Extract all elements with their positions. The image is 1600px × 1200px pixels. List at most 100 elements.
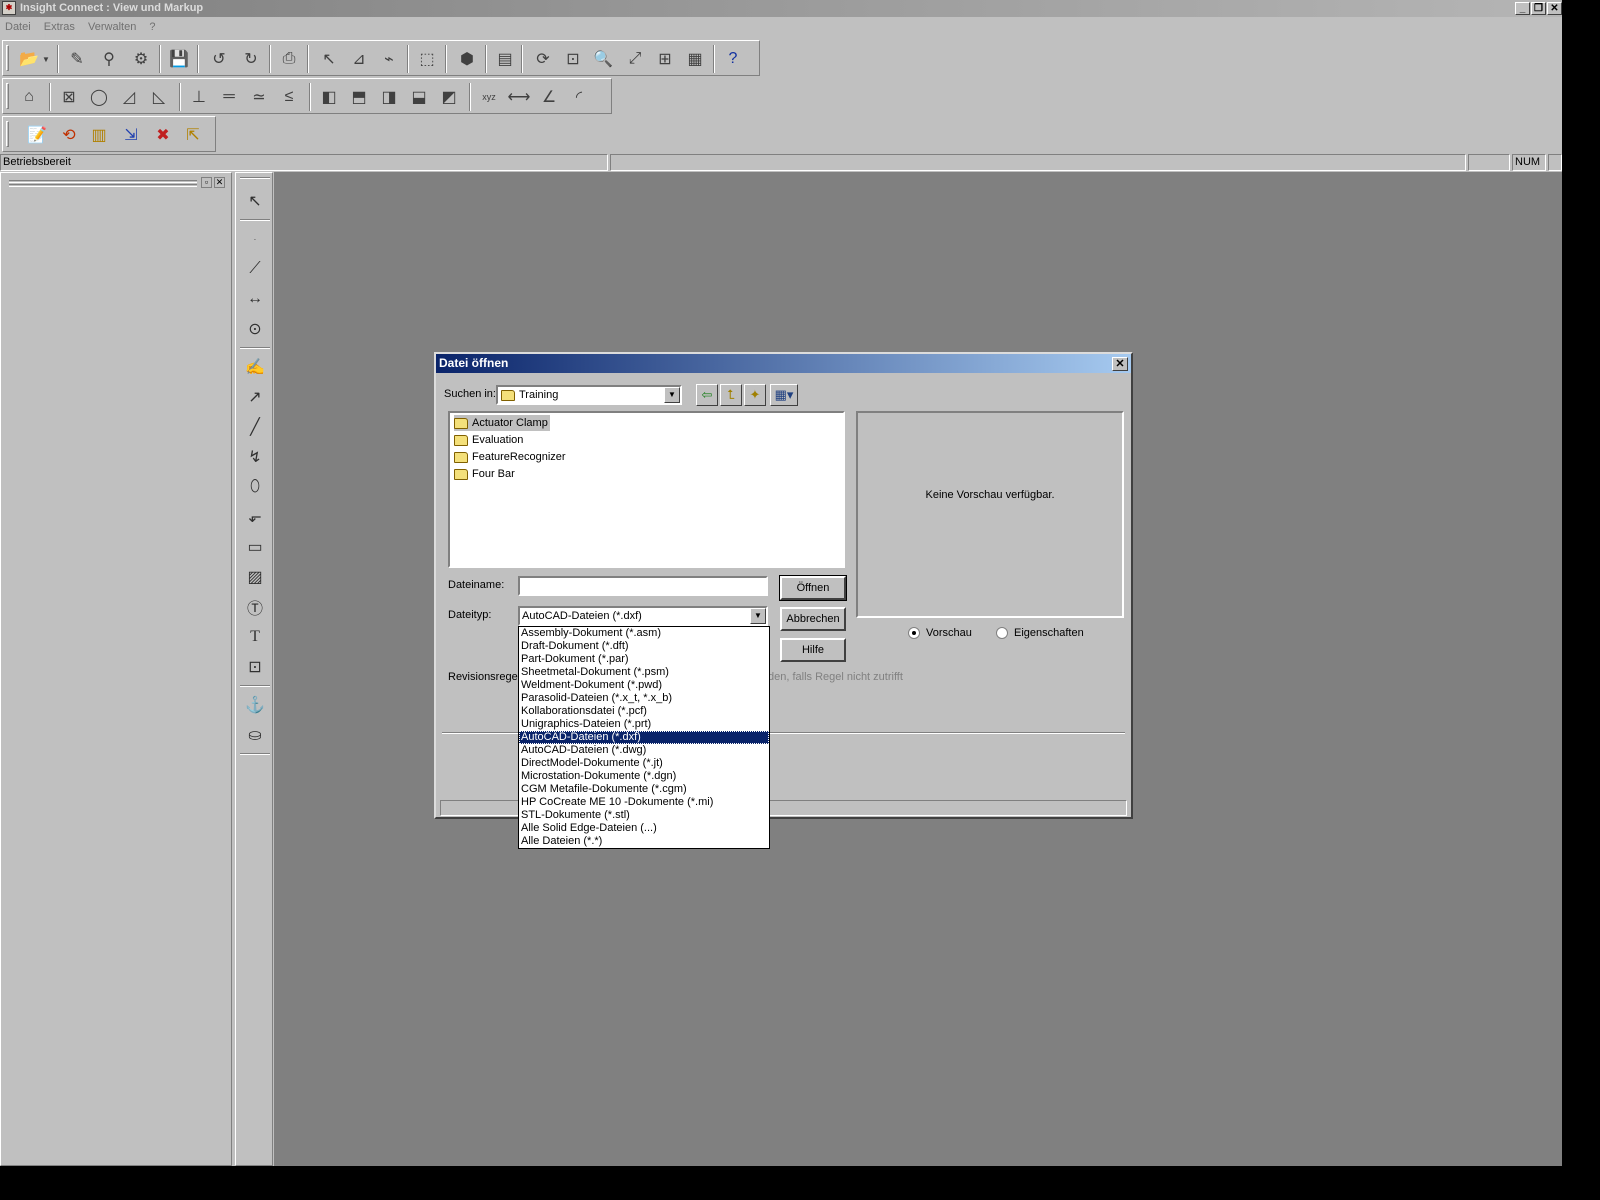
freehand-tool-icon[interactable]: ✍: [242, 355, 268, 379]
preview-radio[interactable]: Vorschau: [908, 627, 972, 639]
new-markup-icon[interactable]: 📝: [25, 123, 49, 147]
dropdown-option[interactable]: Assembly-Dokument (*.asm): [519, 627, 769, 640]
zoom-icon[interactable]: 🔍: [591, 47, 615, 71]
select-box-icon[interactable]: ⬚: [415, 47, 439, 71]
dimension-icon[interactable]: ⌁: [377, 47, 401, 71]
frame-icon[interactable]: ⊠: [57, 85, 81, 109]
list-item[interactable]: Actuator Clamp: [454, 415, 550, 431]
pane-close-icon[interactable]: ✕: [214, 177, 225, 188]
markup-edit-icon[interactable]: ✎: [65, 47, 89, 71]
edit-shape-icon[interactable]: ◿: [117, 85, 141, 109]
dropdown-option[interactable]: Parasolid-Dateien (*.x_t, *.x_b): [519, 692, 769, 705]
back-icon[interactable]: ⇦: [696, 384, 718, 406]
dropdown-option[interactable]: Weldment-Dokument (*.pwd): [519, 679, 769, 692]
arc-measure-icon[interactable]: ◜: [567, 85, 591, 109]
shaded-view-icon[interactable]: ▦: [683, 47, 707, 71]
edit-shape-2-icon[interactable]: ◺: [147, 85, 171, 109]
view-right-icon[interactable]: ◨: [377, 85, 401, 109]
redo-icon[interactable]: ↻: [239, 47, 263, 71]
radius-tool-icon[interactable]: ⊙: [242, 317, 268, 341]
toolbar-grip[interactable]: [6, 45, 9, 71]
point-tool-icon[interactable]: ·: [242, 227, 268, 251]
help-button[interactable]: Hilfe: [780, 638, 846, 662]
dropdown-option[interactable]: Unigraphics-Dateien (*.prt): [519, 718, 769, 731]
sync-markup-icon[interactable]: ⟲: [57, 123, 81, 147]
file-list[interactable]: Actuator Clamp Evaluation FeatureRecogni…: [448, 411, 845, 568]
note-tool-icon[interactable]: ⊡: [242, 655, 268, 679]
filetype-combo[interactable]: AutoCAD-Dateien (*.dxf) ▼: [518, 606, 768, 626]
import-markup-icon[interactable]: ⇲: [119, 123, 143, 147]
look-in-combo[interactable]: Training ▼: [496, 385, 682, 405]
stamp-tool-icon[interactable]: ⛀: [242, 723, 268, 747]
dropdown-option[interactable]: Kollaborationsdatei (*.pcf): [519, 705, 769, 718]
dropdown-option[interactable]: Draft-Dokument (*.dft): [519, 640, 769, 653]
markup-settings-icon[interactable]: ⚙: [129, 47, 153, 71]
dropdown-option[interactable]: Microstation-Dokumente (*.dgn): [519, 770, 769, 783]
menu-datei[interactable]: Datei: [0, 18, 36, 36]
zoom-area-icon[interactable]: ⊡: [561, 47, 585, 71]
view-front-icon[interactable]: ◧: [317, 85, 341, 109]
toolbar-grip[interactable]: [6, 83, 9, 109]
view-menu-icon[interactable]: ▦▾: [770, 384, 798, 406]
line-tool-icon[interactable]: ╱: [242, 415, 268, 439]
dropdown-option[interactable]: DirectModel-Dokumente (*.jt): [519, 757, 769, 770]
markup-view-icon[interactable]: ⚲: [97, 47, 121, 71]
print-icon[interactable]: ⎙: [277, 47, 301, 71]
rotate-view-icon[interactable]: ⟳: [531, 47, 555, 71]
up-folder-icon[interactable]: ⮤: [720, 384, 742, 406]
delete-markup-icon[interactable]: ✖: [151, 123, 175, 147]
curve-dim-icon[interactable]: ≃: [247, 85, 271, 109]
dropdown-option[interactable]: Alle Dateien (*.*): [519, 835, 769, 848]
restore-button[interactable]: ❐: [1531, 2, 1546, 15]
circle-tool-icon[interactable]: ◯: [87, 85, 111, 109]
close-window-button[interactable]: ✕: [1547, 2, 1562, 15]
measure-icon[interactable]: ⊿: [347, 47, 371, 71]
dropdown-option[interactable]: Alle Solid Edge-Dateien (...): [519, 822, 769, 835]
dialog-close-button[interactable]: ✕: [1112, 357, 1128, 371]
undo-icon[interactable]: ↺: [207, 47, 231, 71]
arrow-tool-icon[interactable]: ↗: [242, 385, 268, 409]
polyline-tool-icon[interactable]: ↯: [242, 445, 268, 469]
line-dim-icon[interactable]: ⊥: [187, 85, 211, 109]
xyz-coordinates-icon[interactable]: xyz: [477, 85, 501, 109]
distance-icon[interactable]: ⟷: [507, 85, 531, 109]
sketch-icon[interactable]: ⌂: [17, 85, 41, 109]
dropdown-option[interactable]: AutoCAD-Dateien (*.dwg): [519, 744, 769, 757]
angle-dim-icon[interactable]: ≤: [277, 85, 301, 109]
export-markup-icon[interactable]: ⇱: [181, 123, 205, 147]
select-arrow-icon[interactable]: ↖: [317, 47, 341, 71]
open-button[interactable]: Öffnen: [779, 575, 847, 601]
angle-tool-icon[interactable]: ⟋: [242, 257, 268, 281]
list-item[interactable]: Four Bar: [454, 466, 515, 482]
tangent-icon[interactable]: ∠: [537, 85, 561, 109]
rectangle-tool-icon[interactable]: ▭: [242, 535, 268, 559]
context-help-icon[interactable]: ?: [721, 47, 745, 71]
distance-tool-icon[interactable]: ↔: [242, 287, 268, 311]
polygon-tool-icon[interactable]: ⬐: [242, 505, 268, 529]
markup-layer-icon[interactable]: ▥: [87, 123, 111, 147]
view-dimetric-icon[interactable]: ◩: [437, 85, 461, 109]
fit-view-icon[interactable]: ⤢: [623, 47, 647, 71]
3d-view-icon[interactable]: ⬢: [455, 47, 479, 71]
text-box-tool-icon[interactable]: Ⓣ: [242, 595, 268, 619]
pane-grip[interactable]: [9, 184, 197, 187]
filename-input[interactable]: [518, 576, 768, 596]
list-item[interactable]: Evaluation: [454, 432, 523, 448]
hatch-tool-icon[interactable]: ▨: [242, 565, 268, 589]
pan-icon[interactable]: ⊞: [653, 47, 677, 71]
filetype-dropdown-list[interactable]: Assembly-Dokument (*.asm) Draft-Dokument …: [518, 626, 770, 849]
menu-verwalten[interactable]: Verwalten: [83, 18, 141, 36]
parallel-dim-icon[interactable]: ═: [217, 85, 241, 109]
ellipse-tool-icon[interactable]: ⬯: [242, 475, 268, 499]
toolbar-grip[interactable]: [6, 121, 9, 147]
view-iso-icon[interactable]: ⬓: [407, 85, 431, 109]
dropdown-option[interactable]: AutoCAD-Dateien (*.dxf): [519, 731, 769, 744]
view-top-icon[interactable]: ⬒: [347, 85, 371, 109]
anchor-tool-icon[interactable]: ⚓: [242, 693, 268, 717]
properties-radio[interactable]: Eigenschaften: [996, 627, 1084, 639]
dropdown-option[interactable]: CGM Metafile-Dokumente (*.cgm): [519, 783, 769, 796]
dropdown-option[interactable]: Part-Dokument (*.par): [519, 653, 769, 666]
list-item[interactable]: FeatureRecognizer: [454, 449, 566, 465]
select-tool-icon[interactable]: ↖: [242, 189, 268, 213]
minimize-button[interactable]: _: [1515, 2, 1530, 15]
